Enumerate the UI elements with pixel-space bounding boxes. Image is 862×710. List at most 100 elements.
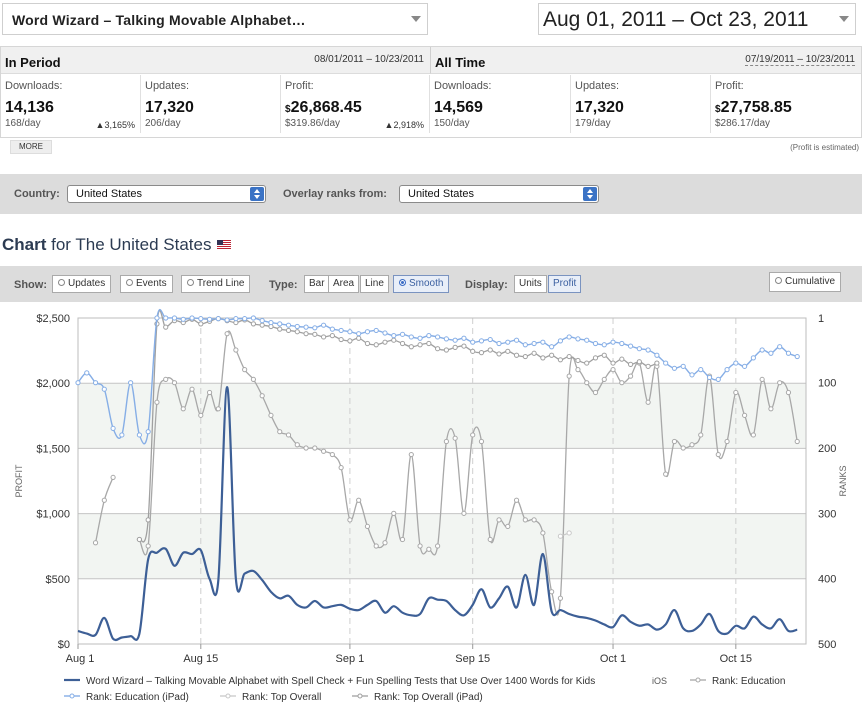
series-point-rank_top_overall_ipad bbox=[531, 350, 537, 356]
series-point-rank_education_ipad bbox=[312, 325, 318, 331]
date-range-selector[interactable]: Aug 01, 2011 – Oct 23, 2011 bbox=[538, 3, 856, 35]
series-point-rank_top_overall_ipad bbox=[163, 324, 169, 330]
series-point-rank_education_ipad bbox=[329, 326, 335, 332]
type-line-button[interactable]: Line bbox=[360, 275, 389, 293]
series-point-rank_education bbox=[92, 540, 99, 546]
series-point-rank_education_ipad bbox=[742, 363, 748, 369]
stat-value: 17,320 bbox=[575, 99, 624, 116]
series-point-rank_top_overall_ipad bbox=[356, 335, 362, 341]
series-point-rank_education_ipad bbox=[128, 380, 134, 386]
series-point-rank_education bbox=[242, 367, 248, 373]
y-tick-label: $1,000 bbox=[36, 509, 70, 521]
plot-band bbox=[78, 318, 806, 384]
series-point-rank_education bbox=[320, 448, 327, 454]
series-point-rank_education bbox=[522, 517, 528, 523]
series-point-rank_top_overall_ipad bbox=[250, 321, 257, 327]
legend-platform-label: iOS bbox=[652, 676, 667, 686]
series-point-rank_top_overall_ipad bbox=[364, 340, 371, 347]
series-point-rank_top_overall_ipad bbox=[443, 347, 449, 353]
series-point-rank_education bbox=[417, 543, 423, 549]
legend-label-rank_education: Rank: Education bbox=[712, 676, 785, 687]
series-point-rank_education_ipad bbox=[391, 333, 397, 339]
stat-per-day: 206/day bbox=[145, 118, 181, 129]
radio-icon bbox=[399, 279, 406, 286]
series-point-rank_top_overall_ipad bbox=[645, 363, 651, 369]
series-point-rank_education_ipad bbox=[768, 350, 774, 356]
series-point-rank_education_ipad bbox=[435, 334, 441, 340]
series-point-rank_top_overall_ipad bbox=[399, 340, 406, 347]
series-point-rank_education_ipad bbox=[417, 335, 423, 341]
show-events-toggle[interactable]: Events bbox=[120, 275, 173, 293]
series-point-rank_education_ipad bbox=[645, 347, 651, 353]
select-arrows-icon bbox=[250, 187, 264, 201]
series-point-rank_education_ipad bbox=[303, 324, 309, 330]
series-point-rank_education bbox=[163, 376, 169, 383]
type-area-button[interactable]: Area bbox=[328, 275, 360, 293]
overlay-ranks-select[interactable]: United States bbox=[399, 185, 599, 203]
type-bar-button[interactable]: Bar bbox=[304, 275, 330, 293]
y-tick-label: $2,500 bbox=[36, 313, 70, 325]
show-trend-line-toggle[interactable]: Trend Line bbox=[181, 275, 251, 293]
all-time-header: All Time 07/19/2011 – 10/23/2011 bbox=[430, 47, 861, 74]
top-bar: Word Wizard – Talking Movable Alphabet… … bbox=[0, 0, 862, 40]
display-units-button[interactable]: Units bbox=[514, 275, 547, 293]
series-point-rank_education bbox=[461, 510, 467, 516]
profit-rank-chart[interactable]: $0 $500 $1,000 $1,500 $2,000 $2,500 1 100 200 300… bbox=[0, 306, 862, 710]
series-point-rank_top_overall_ipad bbox=[277, 326, 283, 332]
more-button[interactable]: MORE bbox=[10, 140, 52, 154]
series-point-rank_education_ipad bbox=[119, 432, 125, 438]
app-selector[interactable]: Word Wizard – Talking Movable Alphabet… bbox=[2, 3, 428, 35]
chart-area: $0 $500 $1,000 $1,500 $2,000 $2,500 1 100 200 300… bbox=[0, 306, 862, 710]
series-point-rank_top_overall_ipad bbox=[592, 355, 599, 361]
stat-value: $26,868.45 bbox=[285, 99, 362, 117]
series-point-rank_education bbox=[777, 380, 783, 386]
country-select[interactable]: United States bbox=[67, 185, 266, 203]
series-point-rank_education_ipad bbox=[654, 352, 660, 358]
series-point-rank_education_ipad bbox=[171, 315, 178, 321]
series-point-rank_education_ipad bbox=[373, 327, 379, 334]
series-point-rank_education_ipad bbox=[566, 334, 572, 340]
series-point-rank_top_overall_ipad bbox=[312, 331, 318, 337]
radio-icon bbox=[775, 277, 782, 284]
series-point-rank_education_ipad bbox=[163, 315, 169, 321]
cumulative-toggle[interactable]: Cumulative bbox=[769, 272, 842, 292]
all-time-range[interactable]: 07/19/2011 – 10/23/2011 bbox=[745, 54, 855, 66]
series-point-rank_education_ipad bbox=[347, 329, 353, 335]
series-point-rank_education_ipad bbox=[496, 340, 502, 347]
series-point-rank_education_ipad bbox=[636, 346, 642, 352]
toggle-label: Smooth bbox=[409, 278, 444, 289]
series-point-rank_education_ipad bbox=[487, 336, 493, 343]
y2-tick-label: 500 bbox=[818, 639, 836, 651]
series-point-rank_education bbox=[452, 435, 458, 441]
stat-label: Updates: bbox=[145, 80, 190, 92]
series-point-rank_education_ipad bbox=[777, 344, 783, 350]
series-point-rank_top_overall_ipad bbox=[478, 350, 485, 356]
y2-tick-label: 1 bbox=[818, 313, 824, 325]
type-smooth-button[interactable]: Smooth bbox=[393, 275, 450, 293]
series-point-rank_education bbox=[373, 543, 379, 549]
display-profit-button[interactable]: Profit bbox=[548, 275, 582, 293]
series-point-rank_education_ipad bbox=[84, 370, 90, 376]
series-point-rank_top_overall_ipad bbox=[470, 348, 476, 354]
series-point-rank_education_ipad bbox=[575, 336, 581, 342]
chevron-down-icon bbox=[411, 16, 421, 22]
x-tick-label: Oct 1 bbox=[600, 653, 626, 665]
overlay-ranks-select-value: United States bbox=[408, 188, 475, 200]
series-point-rank_education bbox=[513, 497, 520, 503]
show-updates-toggle[interactable]: Updates bbox=[52, 275, 112, 293]
chart-toolbar: Show: Updates Events Trend Line Type: Ba… bbox=[0, 266, 862, 302]
show-label: Show: bbox=[14, 279, 47, 291]
series-point-rank_education_ipad bbox=[715, 376, 721, 383]
series-point-rank_education_ipad bbox=[364, 329, 371, 335]
series-point-rank_top_overall_ipad bbox=[303, 331, 309, 337]
series-point-rank_education bbox=[268, 412, 274, 418]
series-point-rank_education_ipad bbox=[601, 342, 607, 348]
series-point-rank_education bbox=[145, 543, 151, 549]
series-point-rank_education bbox=[101, 497, 107, 503]
series-point-rank_education_ipad bbox=[268, 319, 274, 326]
series-point-rank_education_ipad bbox=[452, 337, 458, 343]
x-tick-label: Aug 1 bbox=[66, 653, 95, 665]
series-point-rank_education bbox=[443, 438, 449, 445]
series-point-rank_education_ipad bbox=[584, 337, 590, 343]
series-point-rank_top_overall_ipad bbox=[549, 352, 555, 358]
